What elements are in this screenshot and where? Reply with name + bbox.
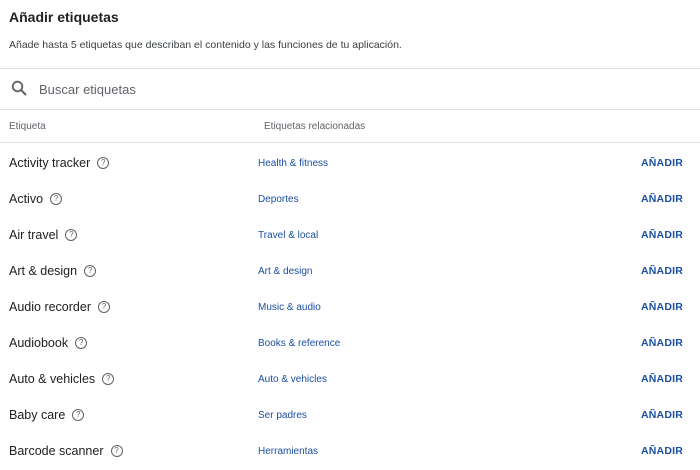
related-tag-link[interactable]: Auto & vehicles <box>258 374 327 385</box>
help-icon[interactable]: ? <box>50 192 63 205</box>
add-tag-button[interactable]: AÑADIR <box>641 193 683 205</box>
add-tag-button[interactable]: AÑADIR <box>641 157 683 169</box>
add-tag-button[interactable]: AÑADIR <box>641 301 683 313</box>
table-row: Activo? Deportes AÑADIR <box>0 182 700 218</box>
help-icon[interactable]: ? <box>72 408 85 421</box>
help-icon[interactable]: ? <box>110 444 123 457</box>
add-tag-button[interactable]: AÑADIR <box>641 445 683 457</box>
related-tag-link[interactable]: Travel & local <box>258 230 318 241</box>
table-row: Art & design? Art & design AÑADIR <box>0 254 700 290</box>
help-icon[interactable]: ? <box>75 336 88 349</box>
table-header: Etiqueta Etiquetas relacionadas <box>0 110 700 143</box>
add-tag-button[interactable]: AÑADIR <box>641 373 683 385</box>
tag-name: Auto & vehicles? <box>9 372 115 386</box>
tag-name: Audio recorder? <box>9 300 110 314</box>
related-tag-link[interactable]: Art & design <box>258 266 312 277</box>
related-tag-link[interactable]: Ser padres <box>258 410 307 421</box>
dialog-subtitle: Añade hasta 5 etiquetas que describan el… <box>9 39 402 51</box>
table-row: Audio recorder? Music & audio AÑADIR <box>0 290 700 326</box>
tag-name: Air travel? <box>9 228 78 242</box>
help-icon[interactable]: ? <box>84 264 97 277</box>
tag-name: Audiobook? <box>9 336 88 350</box>
add-tag-button[interactable]: AÑADIR <box>641 409 683 421</box>
help-icon[interactable]: ? <box>102 372 115 385</box>
related-tag-link[interactable]: Music & audio <box>258 302 321 313</box>
table-row: Air travel? Travel & local AÑADIR <box>0 218 700 254</box>
related-tag-link[interactable]: Books & reference <box>258 338 340 349</box>
search-icon <box>11 80 27 96</box>
help-icon[interactable]: ? <box>97 156 110 169</box>
help-icon[interactable]: ? <box>98 300 110 313</box>
search-input[interactable] <box>39 79 639 99</box>
tag-name: Art & design? <box>9 264 97 278</box>
tag-name: Baby care? <box>9 408 85 422</box>
add-tag-button[interactable]: AÑADIR <box>641 337 683 349</box>
tag-list: Activity tracker? Health & fitness AÑADI… <box>0 146 700 470</box>
table-row: Barcode scanner? Herramientas AÑADIR <box>0 434 700 470</box>
dialog-header: Añadir etiquetas Añade hasta 5 etiquetas… <box>0 0 700 69</box>
table-row: Baby care? Ser padres AÑADIR <box>0 398 700 434</box>
tag-name: Activo? <box>9 192 63 206</box>
table-row: Activity tracker? Health & fitness AÑADI… <box>0 146 700 182</box>
dialog-title: Añadir etiquetas <box>9 9 119 25</box>
tag-name: Activity tracker? <box>9 156 110 170</box>
table-row: Audiobook? Books & reference AÑADIR <box>0 326 700 362</box>
search-bar <box>0 69 700 110</box>
add-tag-button[interactable]: AÑADIR <box>641 265 683 277</box>
column-header-tag: Etiqueta <box>9 121 46 132</box>
related-tag-link[interactable]: Herramientas <box>258 446 318 457</box>
related-tag-link[interactable]: Health & fitness <box>258 158 328 169</box>
add-tag-button[interactable]: AÑADIR <box>641 229 683 241</box>
related-tag-link[interactable]: Deportes <box>258 194 299 205</box>
column-header-related: Etiquetas relacionadas <box>264 121 366 132</box>
help-icon[interactable]: ? <box>65 228 78 241</box>
tag-name: Barcode scanner? <box>9 444 123 458</box>
table-row: Auto & vehicles? Auto & vehicles AÑADIR <box>0 362 700 398</box>
